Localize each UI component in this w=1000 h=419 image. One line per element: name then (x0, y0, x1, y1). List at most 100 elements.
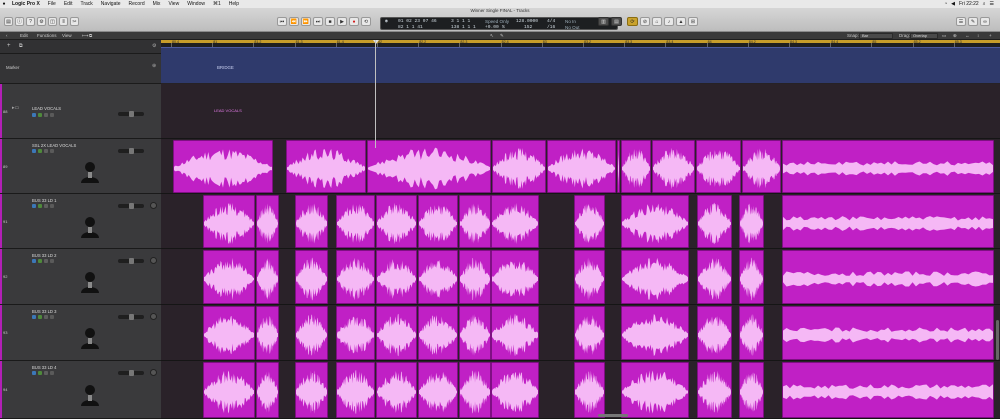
count-in-icon[interactable]: ♪ (664, 17, 674, 26)
stop-icon[interactable]: ■ (325, 17, 335, 26)
lcd-mode-icon[interactable]: ⊞ (688, 17, 698, 26)
help-icon[interactable]: ? (26, 17, 35, 26)
notepad-icon[interactable]: ✎ (968, 17, 978, 26)
audio-region[interactable] (256, 250, 279, 304)
add-icon[interactable]: + (989, 33, 992, 38)
audio-region[interactable] (203, 250, 255, 304)
audio-region[interactable] (697, 195, 732, 248)
record-enable-button[interactable] (44, 371, 48, 375)
wifi-icon[interactable]: ◔ (944, 1, 947, 7)
audio-region[interactable] (286, 140, 366, 193)
mute-button[interactable] (32, 259, 36, 263)
library-icon[interactable]: ▤ (4, 17, 13, 26)
audio-region[interactable] (491, 306, 539, 360)
menu-1[interactable]: ⌘1 (209, 0, 225, 8)
track-header[interactable]: 94 BUS 33 LD 4 (0, 361, 161, 419)
input-monitor-button[interactable] (50, 371, 54, 375)
audio-region[interactable] (295, 306, 328, 360)
audio-region[interactable] (782, 250, 994, 304)
audio-region[interactable] (295, 195, 328, 248)
audio-region[interactable] (617, 140, 620, 193)
lcd-timesig[interactable]: 4/4 (547, 19, 555, 24)
audio-region[interactable] (203, 362, 255, 418)
menu-window[interactable]: Window (183, 0, 209, 8)
mixer-icon[interactable]: ⫴ (59, 17, 68, 26)
audio-region[interactable] (739, 362, 764, 418)
track-name[interactable]: BUS 33 LD 3 (32, 309, 56, 314)
menu-edit[interactable]: Edit (60, 0, 77, 8)
audio-region[interactable] (459, 306, 491, 360)
audio-region[interactable] (782, 306, 994, 360)
audio-region[interactable] (376, 250, 417, 304)
audio-region[interactable] (652, 140, 695, 193)
track-lane[interactable] (161, 139, 1000, 194)
input-monitor-button[interactable] (50, 149, 54, 153)
track-header[interactable]: 88 LEAD VOCALS ▸▭ (0, 84, 161, 139)
solo-button[interactable] (38, 371, 42, 375)
track-name[interactable]: BUS 33 LD 4 (32, 365, 56, 370)
input-monitor-button[interactable] (50, 259, 54, 263)
play-icon[interactable]: ▶ (337, 17, 347, 26)
loops-icon[interactable]: ∞ (980, 17, 990, 26)
solo-button[interactable] (38, 149, 42, 153)
pan-knob[interactable] (150, 369, 157, 376)
solo-button[interactable] (38, 315, 42, 319)
track-name[interactable]: BUS 33 LD 1 (32, 198, 56, 203)
audio-region[interactable] (574, 250, 605, 304)
audio-region[interactable] (621, 306, 689, 360)
track-lane[interactable]: LEAD VOCALS (161, 84, 1000, 139)
input-monitor-button[interactable] (50, 204, 54, 208)
mute-button[interactable] (32, 315, 36, 319)
input-monitor-button[interactable] (50, 113, 54, 117)
audio-region[interactable] (376, 362, 417, 418)
volume-slider[interactable] (118, 148, 144, 154)
audio-region[interactable] (418, 195, 458, 248)
track-header[interactable]: 92 BUS 33 LD 2 (0, 249, 161, 305)
tuner-icon[interactable]: ▥ (598, 17, 609, 26)
record-enable-button[interactable] (44, 149, 48, 153)
zoom-h-icon[interactable]: ↔ (965, 33, 970, 38)
editors-icon[interactable]: ✂ (70, 17, 79, 26)
audio-region[interactable] (574, 362, 605, 418)
marker-add-icon[interactable]: ⊕ (152, 63, 156, 69)
go-to-start-icon[interactable]: ⏭ (313, 17, 323, 26)
audio-region[interactable] (621, 250, 689, 304)
track-header[interactable]: 91 BUS 33 LD 1 (0, 194, 161, 249)
audio-region[interactable] (782, 195, 994, 248)
input-monitor-button[interactable] (50, 315, 54, 319)
tracks-area[interactable]: BRIDGE LEAD VOCALS (161, 47, 1000, 419)
menu-help[interactable]: Help (225, 0, 243, 8)
lcd-tempo[interactable]: 128.0000 (516, 19, 538, 24)
menu-track[interactable]: Track (76, 0, 96, 8)
menu-navigate[interactable]: Navigate (97, 0, 125, 8)
solo-button[interactable] (38, 204, 42, 208)
lcd-display[interactable]: ◉ 01 02 23 07 46 82 1 1 41 3 1 1 1 138 1… (380, 17, 618, 30)
record-enable-button[interactable] (44, 113, 48, 117)
audio-region[interactable] (376, 195, 417, 248)
tool-pointer-icon[interactable]: ↖ (490, 33, 494, 38)
pan-knob[interactable] (150, 257, 157, 264)
menubar-clock[interactable]: Fri 22:22 (959, 1, 979, 7)
audio-region[interactable] (574, 306, 605, 360)
folder-icon[interactable]: ▸▭ (12, 105, 19, 111)
track-name[interactable]: SSL 2X LEAD VOCALS (32, 143, 76, 148)
audio-region[interactable] (367, 140, 491, 193)
volume-slider[interactable] (118, 314, 144, 320)
volume-slider[interactable] (118, 370, 144, 376)
mute-button[interactable] (32, 204, 36, 208)
apple-icon[interactable]: ● (0, 1, 8, 7)
inspector-icon[interactable]: ⓘ (15, 17, 24, 26)
volume-slider[interactable] (118, 111, 144, 117)
mute-button[interactable] (32, 371, 36, 375)
audio-region[interactable] (203, 195, 255, 248)
menu-view[interactable]: View (164, 0, 183, 8)
capture-icon[interactable]: ⟲ (361, 17, 371, 26)
audio-region[interactable] (459, 362, 491, 418)
audio-region[interactable] (621, 195, 689, 248)
audio-region[interactable] (376, 306, 417, 360)
audio-region[interactable] (782, 362, 994, 418)
record-icon[interactable]: ● (349, 17, 359, 26)
audio-region[interactable] (491, 250, 539, 304)
global-tracks-icon[interactable]: ⧉ (19, 43, 23, 49)
lcd-division[interactable]: /16 (547, 25, 555, 30)
